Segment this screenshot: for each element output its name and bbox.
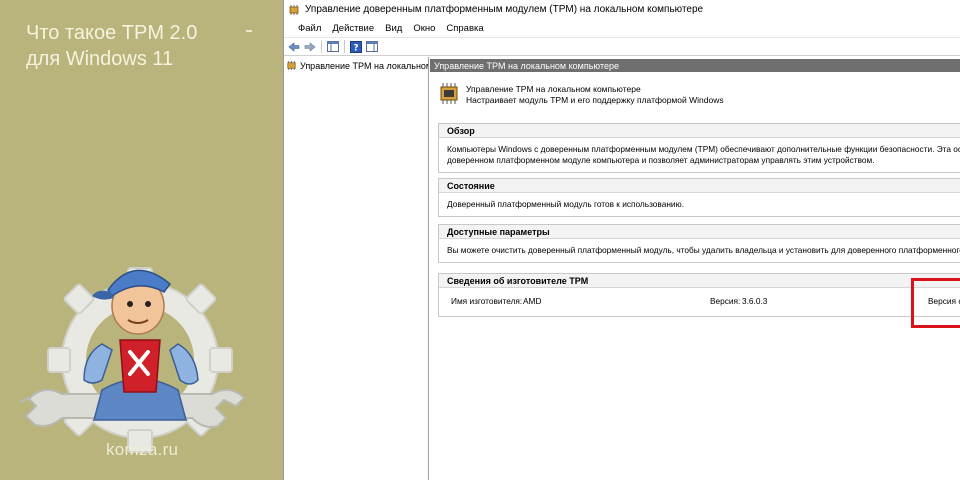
- promo-panel: Что такое TPM 2.0 для Windows 11 komza.r…: [0, 0, 283, 480]
- section-status-body: Доверенный платформенный модуль готов к …: [447, 199, 685, 209]
- menu-bar: Файл Действие Вид Окно Справка: [284, 20, 960, 37]
- snapin-summary: Управление TPM на локальном компьютере Н…: [438, 81, 724, 107]
- red-highlight-box: [911, 278, 960, 328]
- section-options-title: Доступные параметры: [439, 225, 960, 239]
- content-pane: Управление TPM на локальном компьютере У…: [430, 57, 960, 480]
- svg-text:?: ?: [353, 43, 358, 53]
- content-header: Управление TPM на локальном компьютере: [430, 59, 960, 72]
- menu-help[interactable]: Справка: [446, 23, 483, 34]
- section-manufacturer-title: Сведения об изготовителе TPM: [439, 274, 960, 288]
- tpm-chip-icon: [289, 4, 299, 15]
- section-available-options: Доступные параметры Вы можете очистить д…: [438, 224, 960, 263]
- mmc-window: Управление доверенным платформенным моду…: [283, 0, 960, 480]
- manufacturer-version-label: Версия:: [710, 296, 741, 306]
- mascot-illustration: [20, 267, 246, 453]
- arrow-right-icon: [304, 41, 315, 52]
- tpm-chip-icon: [287, 60, 296, 71]
- show-tree-button[interactable]: [325, 39, 340, 54]
- title-bar: Управление доверенным платформенным моду…: [284, 0, 960, 19]
- section-overview-title: Обзор: [439, 124, 960, 138]
- help-button[interactable]: ?: [348, 39, 363, 54]
- tree-item-tpm-management[interactable]: Управление TPM на локальном к: [286, 60, 429, 71]
- toolbar: ?: [284, 37, 960, 56]
- console-tree-icon: [326, 41, 339, 52]
- promo-title-line1: Что такое TPM 2.0: [26, 22, 198, 44]
- menu-window[interactable]: Окно: [413, 23, 435, 34]
- menu-view[interactable]: Вид: [385, 23, 402, 34]
- manufacturer-details-row: Имя изготовителя: AMD Версия: 3.6.0.3 Ве…: [439, 288, 960, 316]
- brand-name: komza.ru: [106, 440, 179, 459]
- manufacturer-name-label: Имя изготовителя:: [451, 296, 523, 306]
- console-tree-pane: Управление TPM на локальном к: [284, 57, 429, 480]
- toolbar-separator: [344, 40, 345, 53]
- tree-item-label: Управление TPM на локальном к: [300, 60, 429, 71]
- snapin-summary-text: Управление TPM на локальном компьютере Н…: [466, 84, 724, 106]
- section-overview-body: Компьютеры Windows с доверенным платформ…: [439, 138, 960, 172]
- forward-button[interactable]: [302, 39, 317, 54]
- snapin-summary-description: Настраивает модуль TPM и его поддержку п…: [466, 95, 724, 105]
- content-header-title: Управление TPM на локальном компьютере: [434, 60, 619, 71]
- action-pane-icon: [365, 41, 378, 52]
- tpm-module-icon: [440, 83, 458, 104]
- manufacturer-name-value: AMD: [523, 296, 542, 306]
- arrow-left-icon: [288, 41, 299, 52]
- section-status-title: Состояние: [439, 179, 960, 193]
- section-options-body: Вы можете очистить доверенный платформен…: [447, 245, 960, 255]
- snapin-summary-title: Управление TPM на локальном компьютере: [466, 84, 641, 94]
- menu-file[interactable]: Файл: [298, 23, 321, 34]
- section-overview: Обзор Компьютеры Windows с доверенным пл…: [438, 123, 960, 173]
- section-overview-line2: доверенном платформенном модуле компьюте…: [447, 155, 875, 165]
- action-pane-button[interactable]: [364, 39, 379, 54]
- menu-action[interactable]: Действие: [332, 23, 374, 34]
- manufacturer-version-value: 3.6.0.3: [742, 296, 768, 306]
- section-manufacturer-info: Сведения об изготовителе TPM Имя изготов…: [438, 273, 960, 317]
- help-icon: ?: [349, 40, 362, 53]
- window-title: Управление доверенным платформенным моду…: [305, 4, 704, 15]
- toolbar-separator: [321, 40, 322, 53]
- promo-title-line2: для Windows 11: [26, 48, 174, 70]
- section-status: Состояние Доверенный платформенный модул…: [438, 178, 960, 217]
- back-button[interactable]: [286, 39, 301, 54]
- promo-title: Что такое TPM 2.0 для Windows 11: [26, 20, 197, 72]
- section-overview-line1: Компьютеры Windows с доверенным платформ…: [447, 144, 960, 154]
- promo-dash-mark: [246, 30, 252, 32]
